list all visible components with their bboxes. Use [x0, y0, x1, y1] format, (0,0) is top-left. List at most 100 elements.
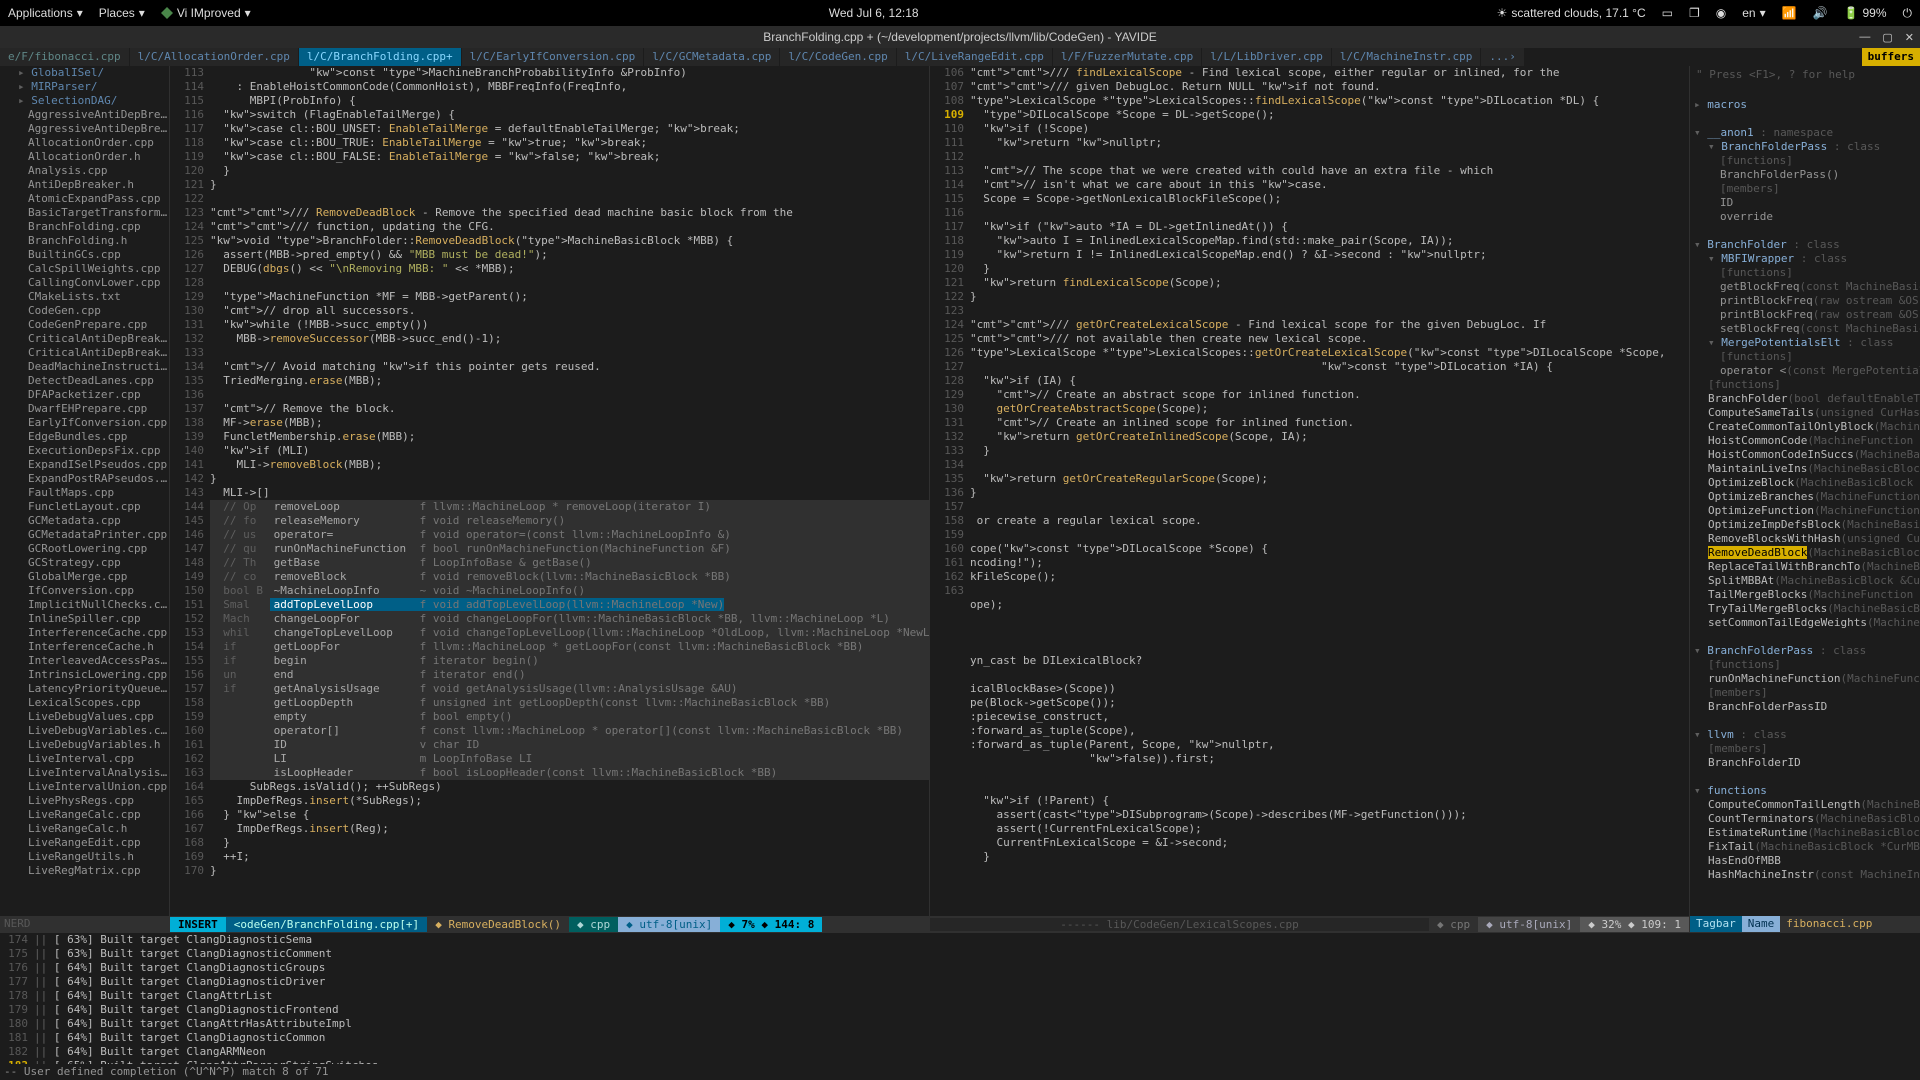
completion-item[interactable]: isLoopHeaderf bool isLoopHeader(const ll…	[210, 766, 929, 780]
tab-more[interactable]: ...›	[1481, 48, 1525, 66]
nerdtree-file[interactable]: GCRootLowering.cpp	[0, 542, 169, 556]
volume-icon[interactable]: 🔊	[1813, 6, 1828, 20]
nerdtree-file[interactable]: AtomicExpandPass.cpp	[0, 192, 169, 206]
vim-menu[interactable]: Vi IMproved ▾	[161, 6, 251, 20]
nerdtree-file[interactable]: AllocationOrder.cpp	[0, 136, 169, 150]
tagbar-item[interactable]: [members]	[1694, 686, 1920, 700]
nerdtree-file[interactable]: DFAPacketizer.cpp	[0, 388, 169, 402]
tab-earlyifconversion[interactable]: l/C/EarlyIfConversion.cpp	[462, 48, 645, 66]
quickfix-row[interactable]: 179|| [ 64%] Built target ClangDiagnosti…	[0, 1003, 1920, 1017]
nerdtree-file[interactable]: FaultMaps.cpp	[0, 486, 169, 500]
nerdtree-file[interactable]: LiveRangeUtils.h	[0, 850, 169, 864]
nerdtree-file[interactable]: AllocationOrder.h	[0, 150, 169, 164]
completion-item[interactable]: // co removeBlockf void removeBlock(llvm…	[210, 570, 929, 584]
tagbar-item[interactable]: llvm : class	[1694, 728, 1920, 742]
tagbar-item[interactable]: BranchFolder : class	[1694, 238, 1920, 252]
tagbar-item[interactable]: OptimizeFunction(MachineFunction &MF,	[1694, 504, 1920, 518]
nerdtree-file[interactable]: AggressiveAntiDepBreaker.	[0, 108, 169, 122]
tagbar-item[interactable]: getBlockFreq(const MachineBasicBloc	[1694, 280, 1920, 294]
tagbar-item[interactable]: [members]	[1694, 742, 1920, 756]
maximize-button[interactable]: ▢	[1882, 31, 1892, 44]
completion-item[interactable]: if beginf iterator begin()	[210, 654, 929, 668]
nerdtree-file[interactable]: GlobalMerge.cpp	[0, 570, 169, 584]
tagbar-item[interactable]: [members]	[1694, 182, 1920, 196]
nerdtree-file[interactable]: EdgeBundles.cpp	[0, 430, 169, 444]
tagbar-item[interactable]: OptimizeImpDefsBlock(MachineBasicBloc	[1694, 518, 1920, 532]
tagbar-item[interactable]: FixTail(MachineBasicBlock *CurMBB, M	[1694, 840, 1920, 854]
nerdtree-panel[interactable]: GlobalISel/MIRParser/SelectionDAG/Aggres…	[0, 66, 170, 932]
tagbar-item[interactable]: [functions]	[1694, 154, 1920, 168]
tagbar-item[interactable]: setBlockFreq(const MachineBasicBloc	[1694, 322, 1920, 336]
nerdtree-file[interactable]: DetectDeadLanes.cpp	[0, 374, 169, 388]
tagbar-item[interactable]: TailMergeBlocks(MachineFunction &MF)	[1694, 588, 1920, 602]
tagbar-item[interactable]: __anon1 : namespace	[1694, 126, 1920, 140]
nerdtree-file[interactable]: LivePhysRegs.cpp	[0, 794, 169, 808]
nerdtree-file[interactable]: BasicTargetTransformInfo.	[0, 206, 169, 220]
nerdtree-file[interactable]: BranchFolding.h	[0, 234, 169, 248]
completion-item[interactable]: whil changeTopLevelLoopf void changeTopL…	[210, 626, 929, 640]
tagbar-item[interactable]: [functions]	[1694, 658, 1920, 672]
tagbar-item[interactable]: OptimizeBlock(MachineBasicBlock *MBB)	[1694, 476, 1920, 490]
tagbar-item[interactable]: macros	[1694, 98, 1920, 112]
nerdtree-file[interactable]: EarlyIfConversion.cpp	[0, 416, 169, 430]
completion-item[interactable]: emptyf bool empty()	[210, 710, 929, 724]
nerdtree-file[interactable]: DeadMachineInstructionEli	[0, 360, 169, 374]
nerdtree-file[interactable]: LiveDebugValues.cpp	[0, 710, 169, 724]
tagbar-item[interactable]: SplitMBBAt(MachineBasicBlock &CurMBB	[1694, 574, 1920, 588]
nerdtree-file[interactable]: LiveIntervalAnalysis.cpp	[0, 766, 169, 780]
nerdtree-file[interactable]: BranchFolding.cpp	[0, 220, 169, 234]
code-area-right[interactable]: "cmt">"cmt">/// findLexicalScope - Find …	[970, 66, 1689, 916]
nerdtree-file[interactable]: GCMetadataPrinter.cpp	[0, 528, 169, 542]
nerdtree-folder[interactable]: MIRParser/	[0, 80, 169, 94]
tagbar-item[interactable]: BranchFolderPassID	[1694, 700, 1920, 714]
tagbar-item[interactable]: [functions]	[1694, 378, 1920, 392]
quickfix-row[interactable]: 176|| [ 64%] Built target ClangDiagnosti…	[0, 961, 1920, 975]
nerdtree-file[interactable]: LiveInterval.cpp	[0, 752, 169, 766]
tagbar-item[interactable]: ComputeCommonTailLength(MachineBasic	[1694, 798, 1920, 812]
nerdtree-file[interactable]: GCMetadata.cpp	[0, 514, 169, 528]
power-icon[interactable]: ⏻	[1903, 6, 1913, 21]
tagbar-item[interactable]: ComputeSameTails(unsigned CurHash, u	[1694, 406, 1920, 420]
language-indicator[interactable]: en ▾	[1742, 6, 1765, 20]
nerdtree-file[interactable]: InterferenceCache.cpp	[0, 626, 169, 640]
tagbar-item[interactable]: printBlockFreq(raw ostream &OS, co	[1694, 308, 1920, 322]
tab-codegen[interactable]: l/C/CodeGen.cpp	[780, 48, 896, 66]
tagbar-item[interactable]: TryTailMergeBlocks(MachineBasicBlock	[1694, 602, 1920, 616]
completion-item[interactable]: // fo releaseMemoryf void releaseMemory(…	[210, 514, 929, 528]
completion-item[interactable]: // us operator=f void operator=(const ll…	[210, 528, 929, 542]
nerdtree-file[interactable]: ExpandPostRAPseudos.cpp	[0, 472, 169, 486]
completion-item[interactable]: LIm LoopInfoBase LI	[210, 752, 929, 766]
editor-pane-left[interactable]: 1131141151161171181191201211221231241251…	[170, 66, 930, 932]
nerdtree-file[interactable]: FuncletLayout.cpp	[0, 500, 169, 514]
nerdtree-file[interactable]: LiveDebugVariables.cpp	[0, 724, 169, 738]
nerdtree-file[interactable]: DwarfEHPrepare.cpp	[0, 402, 169, 416]
tagbar-item[interactable]: functions	[1694, 784, 1920, 798]
editor-pane-right[interactable]: 1061071081091101111121131141151161171181…	[930, 66, 1690, 932]
nerdtree-file[interactable]: ExpandISelPseudos.cpp	[0, 458, 169, 472]
tagbar-item[interactable]: override	[1694, 210, 1920, 224]
tagbar-item[interactable]: EstimateRuntime(MachineBasicBlock::i	[1694, 826, 1920, 840]
tagbar-item[interactable]: MaintainLiveIns(MachineBasicBlock *Cu	[1694, 462, 1920, 476]
close-button[interactable]: ✕	[1905, 31, 1914, 44]
tagbar-item[interactable]: BranchFolderID	[1694, 756, 1920, 770]
nerdtree-file[interactable]: IfConversion.cpp	[0, 584, 169, 598]
completion-item[interactable]: // Th getBasef LoopInfoBase & getBase()	[210, 556, 929, 570]
tab-machineinstr[interactable]: l/C/MachineInstr.cpp	[1332, 48, 1481, 66]
nerdtree-file[interactable]: CMakeLists.txt	[0, 290, 169, 304]
tagbar-item[interactable]: HashMachineInstr(const MachineInstr	[1694, 868, 1920, 882]
nerdtree-file[interactable]: GCStrategy.cpp	[0, 556, 169, 570]
nerdtree-file[interactable]: LiveRangeEdit.cpp	[0, 836, 169, 850]
tagbar-item[interactable]: BranchFolderPass()	[1694, 168, 1920, 182]
nerdtree-file[interactable]: CriticalAntiDepBreaker.h	[0, 346, 169, 360]
tab-fibonacci[interactable]: e/F/fibonacci.cpp	[0, 48, 130, 66]
nerdtree-folder[interactable]: SelectionDAG/	[0, 94, 169, 108]
nerdtree-file[interactable]: CodeGenPrepare.cpp	[0, 318, 169, 332]
minimize-button[interactable]: —	[1859, 31, 1870, 44]
completion-item[interactable]: Mach changeLoopForf void changeLoopFor(l…	[210, 612, 929, 626]
buffer-tabline[interactable]: e/F/fibonacci.cpp l/C/AllocationOrder.cp…	[0, 48, 1920, 66]
tagbar-item[interactable]: HasEndOfMBB	[1694, 854, 1920, 868]
nerdtree-file[interactable]: CalcSpillWeights.cpp	[0, 262, 169, 276]
places-menu[interactable]: Places ▾	[99, 6, 145, 20]
workspace-icon[interactable]: ❐	[1689, 6, 1700, 20]
tagbar-item[interactable]: RemoveDeadBlock(MachineBasicBlock *M	[1694, 546, 1920, 560]
